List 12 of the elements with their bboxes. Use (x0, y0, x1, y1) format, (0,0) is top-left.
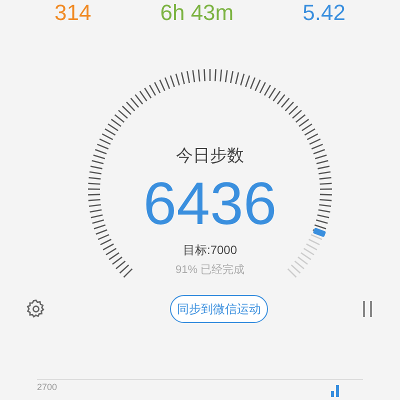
progress-text: 91% 已经完成 (175, 262, 245, 278)
stat-value: 6h 43m (160, 1, 234, 25)
sync-button[interactable]: 同步到微信运动 (170, 295, 268, 323)
settings-icon[interactable] (25, 298, 47, 320)
step-count: 6436 (143, 172, 277, 236)
stat-value: 314 (54, 1, 92, 25)
pause-icon[interactable] (361, 300, 375, 318)
stat-value: 5.42 (302, 1, 346, 25)
goal-text: 目标:7000 (182, 242, 238, 258)
step-bar-icon (331, 385, 341, 397)
gauge-title: 今日步数 (176, 145, 244, 167)
axis-label: 2700 (37, 381, 58, 393)
